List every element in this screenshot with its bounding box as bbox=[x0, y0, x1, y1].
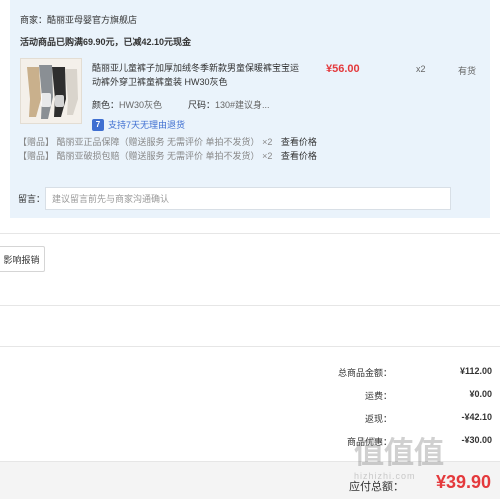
summary-value: ¥112.00 bbox=[459, 366, 492, 376]
watermark-logo: 值值值 bbox=[354, 437, 444, 470]
summary-label: 返现： bbox=[364, 414, 392, 424]
return-policy-text: 支持7天无理由退货 bbox=[108, 120, 186, 130]
stock-status: 有货 bbox=[458, 66, 477, 76]
summary-label: 总商品金额： bbox=[337, 368, 392, 378]
gift-name[interactable]: 酷丽亚正品保障（赠送服务 无需评价 单拍不发货） bbox=[57, 137, 260, 147]
summary-label: 运费： bbox=[364, 391, 392, 401]
product-image[interactable] bbox=[20, 58, 82, 124]
gift-qty: ×2 bbox=[262, 151, 273, 161]
return-policy-badge[interactable]: 7 支持7天无理由退货 bbox=[92, 118, 185, 131]
section-divider bbox=[0, 305, 500, 306]
watermark-site: hizhizhi.com bbox=[354, 471, 416, 481]
size-label: 尺码： bbox=[188, 100, 216, 110]
summary-row-shipping: 运费： ¥0.00 bbox=[300, 389, 492, 403]
view-price-link[interactable]: 查看价格 bbox=[281, 137, 317, 147]
summary-row-subtotal: 总商品金额： ¥112.00 bbox=[300, 366, 492, 380]
section-divider bbox=[0, 233, 500, 234]
view-price-link[interactable]: 查看价格 bbox=[281, 151, 317, 161]
gift-qty: ×2 bbox=[262, 137, 273, 147]
message-input[interactable] bbox=[45, 187, 451, 210]
order-item-panel: 商家：酷丽亚母婴官方旗舰店 活动商品已购满69.90元，已减42.10元现金 酷… bbox=[10, 0, 490, 218]
pants-thumbnail-icon bbox=[21, 59, 81, 123]
invoice-option-button[interactable]: 影响报销 bbox=[0, 246, 45, 272]
summary-row-cashback: 返现： -¥42.10 bbox=[300, 412, 492, 426]
product-quantity: x2 bbox=[416, 64, 426, 74]
section-divider bbox=[0, 346, 500, 347]
shop-label: 商家： bbox=[20, 15, 48, 25]
shop-name-line: 商家：酷丽亚母婴官方旗舰店 bbox=[20, 13, 137, 26]
attr-color: 颜色：HW30灰色 bbox=[92, 98, 162, 111]
seven-day-return-icon: 7 bbox=[92, 118, 104, 131]
watermark: 值值值 hizhizhi.com bbox=[354, 437, 444, 481]
product-title-link[interactable]: 酷丽亚儿童裤子加厚加绒冬季新款男童保暖裤宝宝运动裤外穿卫裤童裤童装 HW30灰色 bbox=[92, 61, 302, 89]
attr-size: 尺码：130#建议身... bbox=[188, 98, 270, 111]
gift-name[interactable]: 酷丽亚破损包赔（赠送服务 无需评价 单拍不发货） bbox=[57, 151, 260, 161]
total-amount: ¥39.90 bbox=[436, 472, 492, 492]
summary-value: ¥0.00 bbox=[469, 389, 492, 399]
color-value: HW30灰色 bbox=[119, 100, 163, 110]
size-value: 130#建议身... bbox=[215, 100, 270, 110]
gift-tag: 【赠品】 bbox=[18, 151, 55, 161]
promo-text: 活动商品已购满69.90元，已减42.10元现金 bbox=[20, 37, 192, 47]
color-label: 颜色： bbox=[92, 100, 120, 110]
product-price: ¥56.00 bbox=[326, 63, 360, 75]
summary-value: -¥30.00 bbox=[461, 435, 492, 445]
gift-item: 【赠品】 酷丽亚正品保障（赠送服务 无需评价 单拍不发货） ×2 查看价格 bbox=[18, 135, 317, 148]
gift-tag: 【赠品】 bbox=[18, 137, 55, 147]
summary-value: -¥42.10 bbox=[461, 412, 492, 422]
message-label: 留言： bbox=[18, 194, 46, 204]
shop-name[interactable]: 酷丽亚母婴官方旗舰店 bbox=[47, 15, 137, 25]
gift-item: 【赠品】 酷丽亚破损包赔（赠送服务 无需评价 单拍不发货） ×2 查看价格 bbox=[18, 149, 317, 162]
